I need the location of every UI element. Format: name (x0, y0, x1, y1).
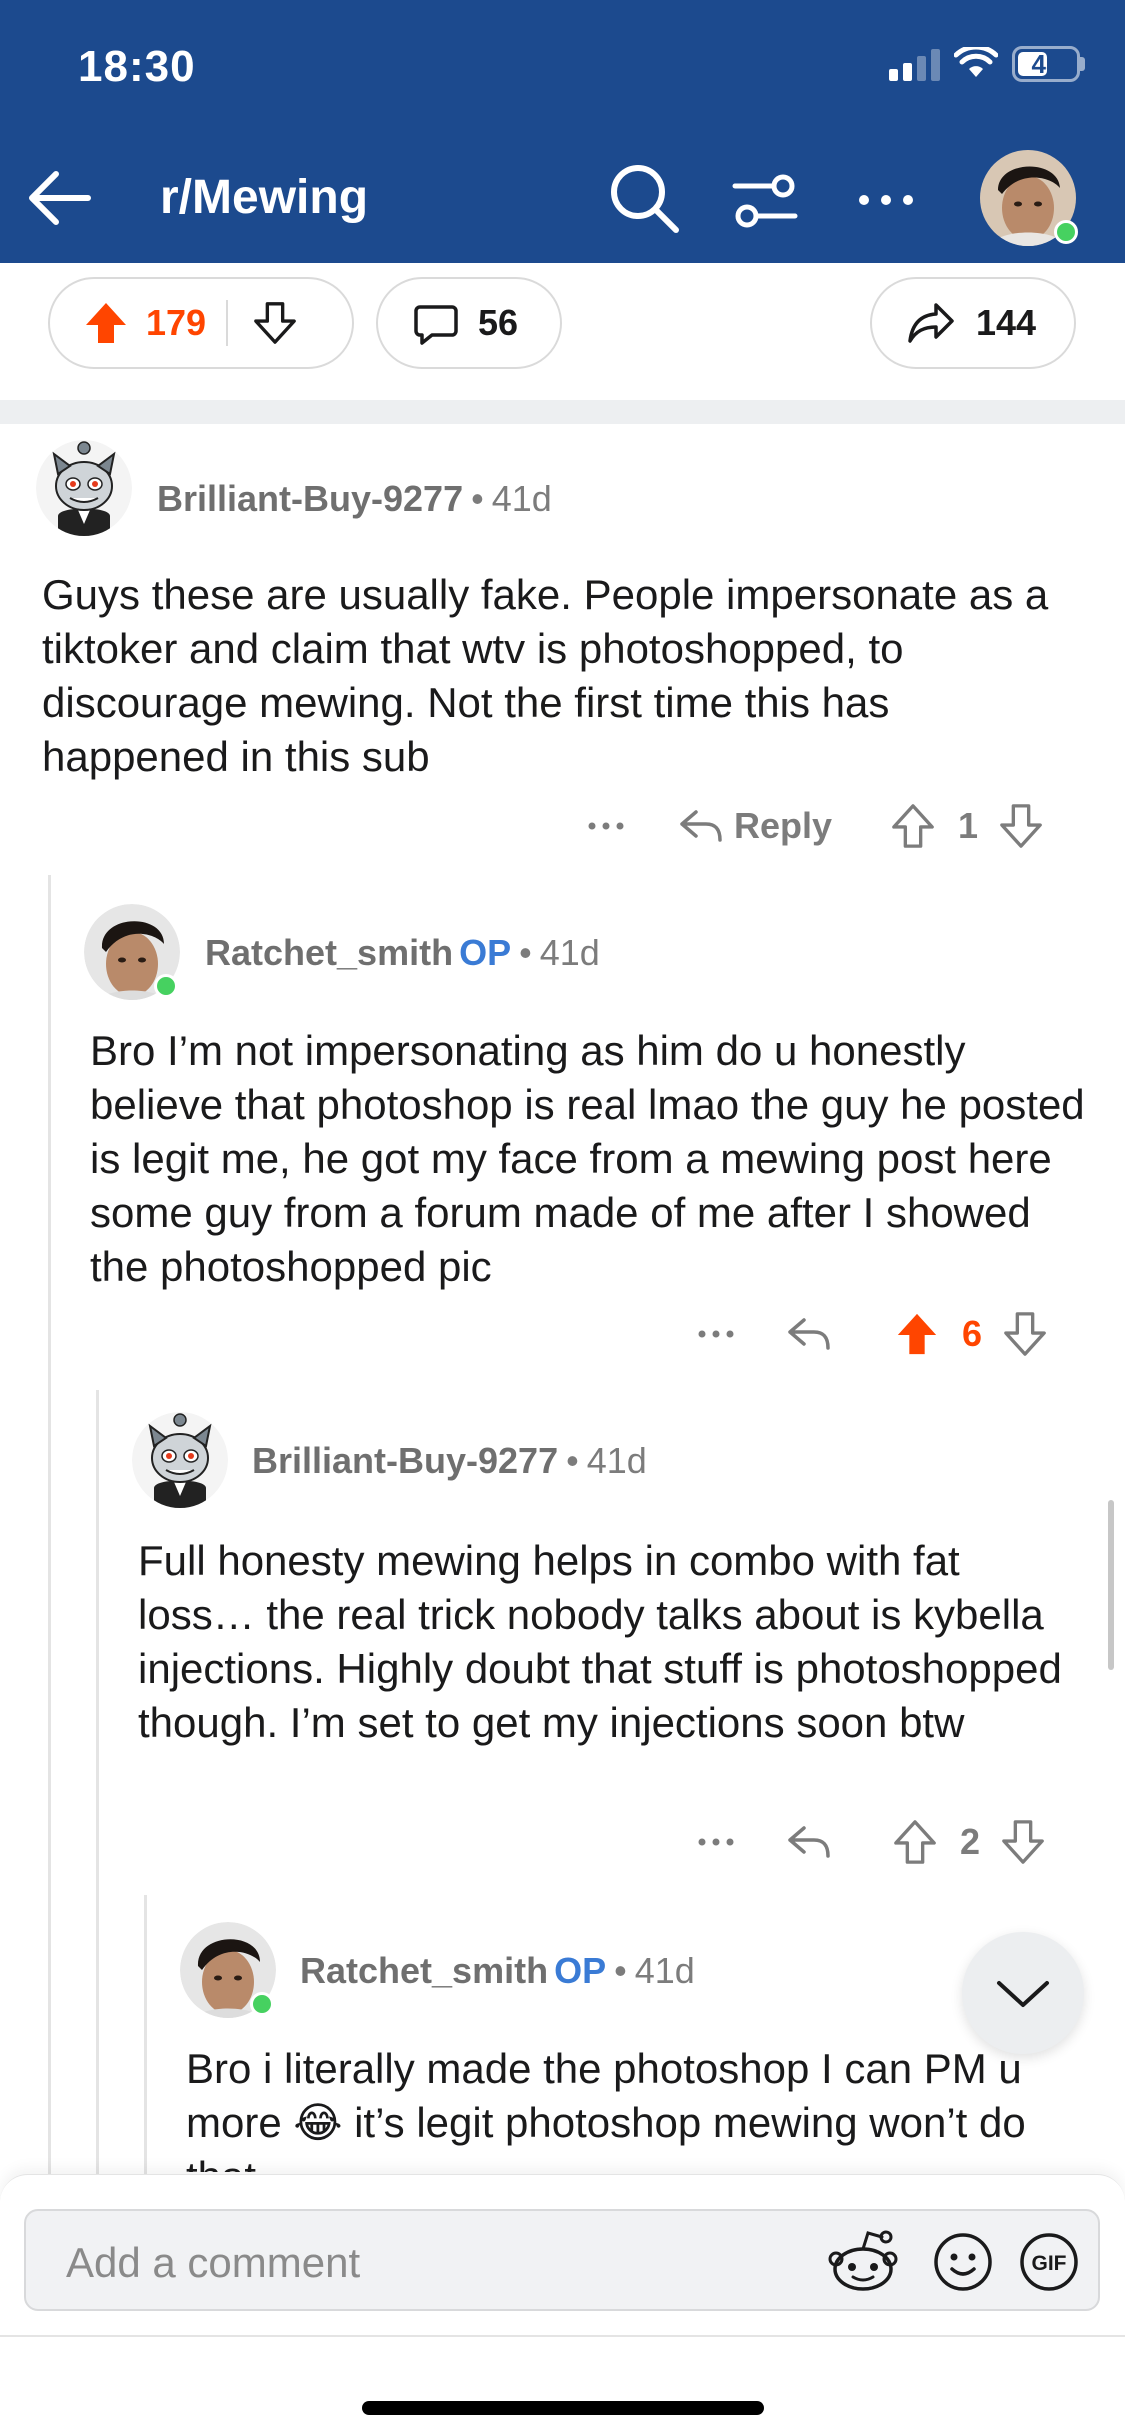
upvote-icon[interactable] (82, 299, 130, 347)
comment-actions: Reply 1 (584, 796, 1044, 856)
chevron-down-icon (997, 1981, 1049, 2007)
more-icon[interactable] (848, 162, 924, 238)
emoji-icon[interactable] (930, 2229, 996, 2295)
reply-button[interactable]: Reply (678, 805, 832, 847)
reply-icon[interactable] (786, 1314, 832, 1354)
comment-actions: 2 (694, 1812, 1046, 1872)
op-avatar[interactable] (84, 904, 180, 1000)
reply-label: Reply (734, 805, 833, 846)
online-status-dot (154, 974, 178, 998)
status-icons: 48 (889, 46, 1085, 82)
downvote-icon[interactable] (998, 801, 1044, 851)
upvote-icon[interactable] (894, 1309, 940, 1359)
battery-level: 48 (1031, 48, 1061, 79)
comment-composer-bar: Add a comment GIF (0, 2174, 1125, 2436)
snoo-icon[interactable] (824, 2223, 902, 2301)
comment-body: Full honesty mewing helps in combo with … (138, 1537, 1062, 1746)
user-avatar[interactable] (980, 150, 1078, 246)
upvote-icon[interactable] (890, 801, 936, 851)
op-avatar[interactable] (180, 1922, 276, 2018)
vote-pill: 179 (48, 277, 354, 369)
gif-icon[interactable]: GIF (1016, 2229, 1082, 2295)
comment-age: 41d (539, 932, 600, 973)
comment-meta: Brilliant-Buy-9277 • 41d (157, 478, 552, 519)
post-upvote-count: 179 (146, 302, 207, 343)
comment-score: 6 (962, 1313, 983, 1354)
downvote-icon[interactable] (1002, 1309, 1048, 1359)
battery-icon: 48 (1012, 46, 1080, 82)
svg-text:GIF: GIF (1032, 2252, 1067, 2275)
more-icon[interactable] (694, 1312, 738, 1356)
post-action-bar: 179 56 144 (0, 263, 1125, 403)
reply-icon[interactable] (786, 1822, 832, 1862)
comment-meta: Brilliant-Buy-9277 • 41d (252, 1440, 647, 1481)
search-icon[interactable] (604, 158, 684, 238)
comment-icon (414, 305, 458, 345)
comment-placeholder: Add a comment (66, 2239, 361, 2286)
op-badge: OP (459, 932, 512, 973)
comment-age: 41d (491, 478, 552, 519)
more-icon[interactable] (694, 1820, 738, 1864)
comment-body: Guys these are usually fake. People impe… (42, 571, 1049, 780)
upvote-icon[interactable] (892, 1817, 938, 1867)
comment-actions: 6 (694, 1304, 1048, 1364)
home-indicator[interactable] (362, 2401, 764, 2415)
reply-icon (680, 810, 722, 842)
section-divider (0, 400, 1125, 424)
filter-icon[interactable] (727, 162, 803, 238)
comment-count: 56 (478, 302, 519, 343)
comment-body: Bro i literally made the photoshop I can… (186, 2045, 1026, 2172)
divider (0, 2335, 1125, 2337)
thread-line-1 (48, 875, 51, 2195)
snoo-avatar[interactable] (132, 1412, 228, 1508)
share-count: 144 (976, 302, 1037, 343)
snoo-avatar[interactable] (36, 440, 132, 536)
wifi-icon (954, 47, 998, 77)
arrow-left-icon[interactable] (22, 160, 98, 236)
collapse-button[interactable] (962, 1932, 1084, 2054)
thread-line-3 (144, 1895, 147, 2195)
share-icon (908, 303, 954, 343)
comment-author[interactable]: Brilliant-Buy-9277 (252, 1440, 558, 1481)
share-button[interactable]: 144 (870, 277, 1076, 369)
comment-meta: Ratchet_smith OP • 41d (205, 932, 600, 973)
comment-score: 2 (960, 1821, 981, 1862)
comment-score: 1 (958, 805, 979, 846)
comment-age: 41d (586, 1440, 647, 1481)
scroll-indicator[interactable] (1108, 1500, 1114, 1670)
comment-author[interactable]: Ratchet_smith (205, 932, 453, 973)
downvote-icon[interactable] (1000, 1817, 1046, 1867)
signal-icon (889, 47, 940, 81)
subreddit-title[interactable]: r/Mewing (160, 170, 368, 225)
comment-author[interactable]: Brilliant-Buy-9277 (157, 478, 463, 519)
status-time: 18:30 (78, 42, 196, 91)
thread-line-2 (96, 1390, 99, 2190)
app-header: 18:30 48 r/Mewing (0, 0, 1125, 263)
online-status-dot (250, 1992, 274, 2016)
comment-body: Bro I’m not impersonating as him do u ho… (90, 1027, 1085, 1290)
op-badge: OP (554, 1950, 607, 1991)
comment-meta: Ratchet_smith OP • 41d (300, 1950, 695, 1991)
comment-author[interactable]: Ratchet_smith (300, 1950, 548, 1991)
comment-input[interactable]: Add a comment GIF (24, 2209, 1100, 2311)
downvote-icon[interactable] (252, 300, 298, 346)
more-icon[interactable] (584, 804, 628, 848)
comment-age: 41d (634, 1950, 695, 1991)
online-status-dot (1054, 220, 1078, 244)
comments-button[interactable]: 56 (376, 277, 562, 369)
